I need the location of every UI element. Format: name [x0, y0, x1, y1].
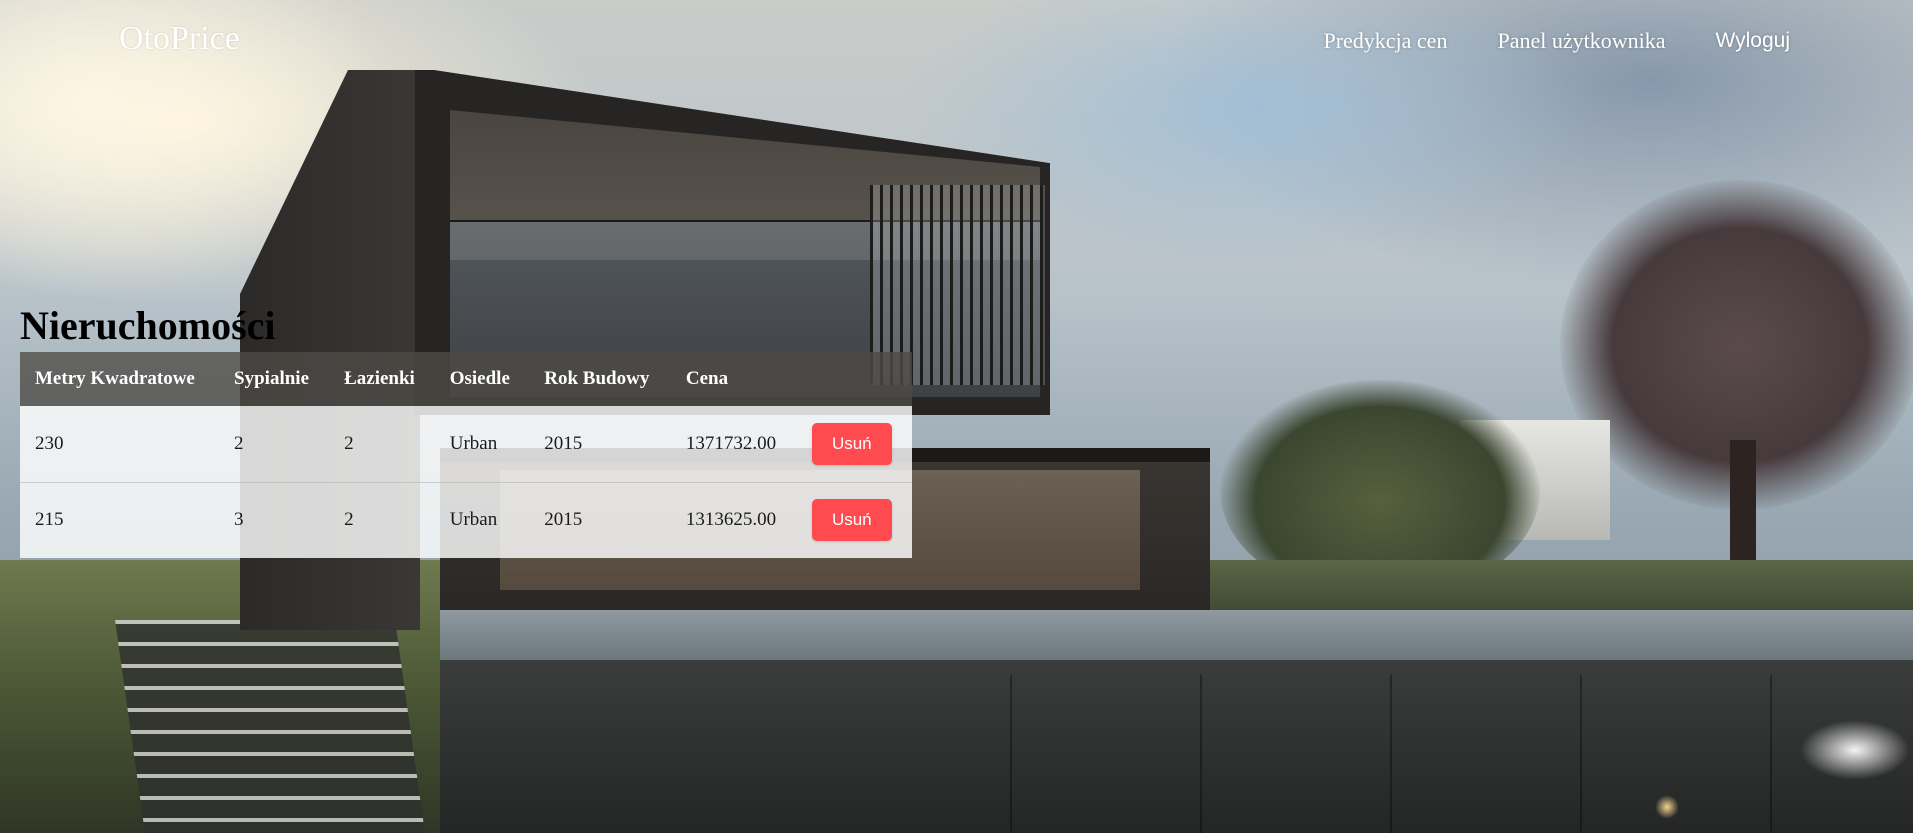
cell-year: 2015 [544, 432, 583, 454]
cell-bedrooms: 2 [234, 432, 244, 454]
cell-actions: Usuń [797, 406, 912, 482]
nav-link-logout[interactable]: Wyloguj [1715, 29, 1790, 53]
delete-button[interactable]: Usuń [811, 499, 892, 542]
page-title: Nieruchomości [20, 303, 276, 348]
nav-links: Predykcja cen Panel użytkownika Wyloguj [1323, 28, 1790, 54]
cell-actions: Usuń [797, 482, 912, 558]
table-header: Metry Kwadratowe Sypialnie Łazienki Osie… [20, 352, 912, 406]
cell-bathrooms: 2 [344, 509, 354, 531]
table-header-row: Metry Kwadratowe Sypialnie Łazienki Osie… [20, 352, 912, 406]
pool-wall-joints [1010, 675, 1913, 833]
nav-link-price-prediction[interactable]: Predykcja cen [1323, 28, 1447, 54]
cell-bathrooms: 2 [344, 432, 354, 454]
garden-steps [115, 620, 425, 833]
brand-logo[interactable]: OtoPrice [119, 20, 240, 58]
cell-year: 2015 [544, 509, 583, 531]
delete-button[interactable]: Usuń [811, 422, 892, 465]
cell-price: 1371732.00 [685, 432, 777, 454]
cell-bedrooms: 3 [234, 509, 244, 531]
column-header-district: Osiedle [449, 368, 510, 389]
column-header-year: Rok Budowy [544, 368, 650, 389]
cell-price: 1313625.00 [685, 509, 777, 531]
properties-table-container: Metry Kwadratowe Sypialnie Łazienki Osie… [20, 352, 912, 558]
table-body: 230 2 2 Urban 2015 1371732.00 Usuń 215 3… [20, 406, 912, 558]
cell-sqm: 215 [35, 509, 64, 531]
column-header-actions [797, 352, 912, 406]
properties-table: Metry Kwadratowe Sypialnie Łazienki Osie… [20, 352, 912, 558]
cell-district: Urban [449, 432, 498, 454]
column-header-bathrooms: Łazienki [344, 368, 415, 389]
garden-lamp [1655, 795, 1679, 819]
table-row: 215 3 2 Urban 2015 1313625.00 Usuń [20, 482, 912, 558]
nav-link-user-panel[interactable]: Panel użytkownika [1497, 28, 1665, 54]
table-row: 230 2 2 Urban 2015 1371732.00 Usuń [20, 406, 912, 482]
car-headlight [1800, 720, 1910, 780]
cell-district: Urban [449, 509, 498, 531]
navbar: OtoPrice Predykcja cen Panel użytkownika… [0, 0, 1913, 84]
column-header-sqm: Metry Kwadratowe [35, 368, 195, 389]
cell-sqm: 230 [35, 432, 64, 454]
column-header-price: Cena [685, 368, 729, 389]
column-header-bedrooms: Sypialnie [234, 368, 310, 389]
